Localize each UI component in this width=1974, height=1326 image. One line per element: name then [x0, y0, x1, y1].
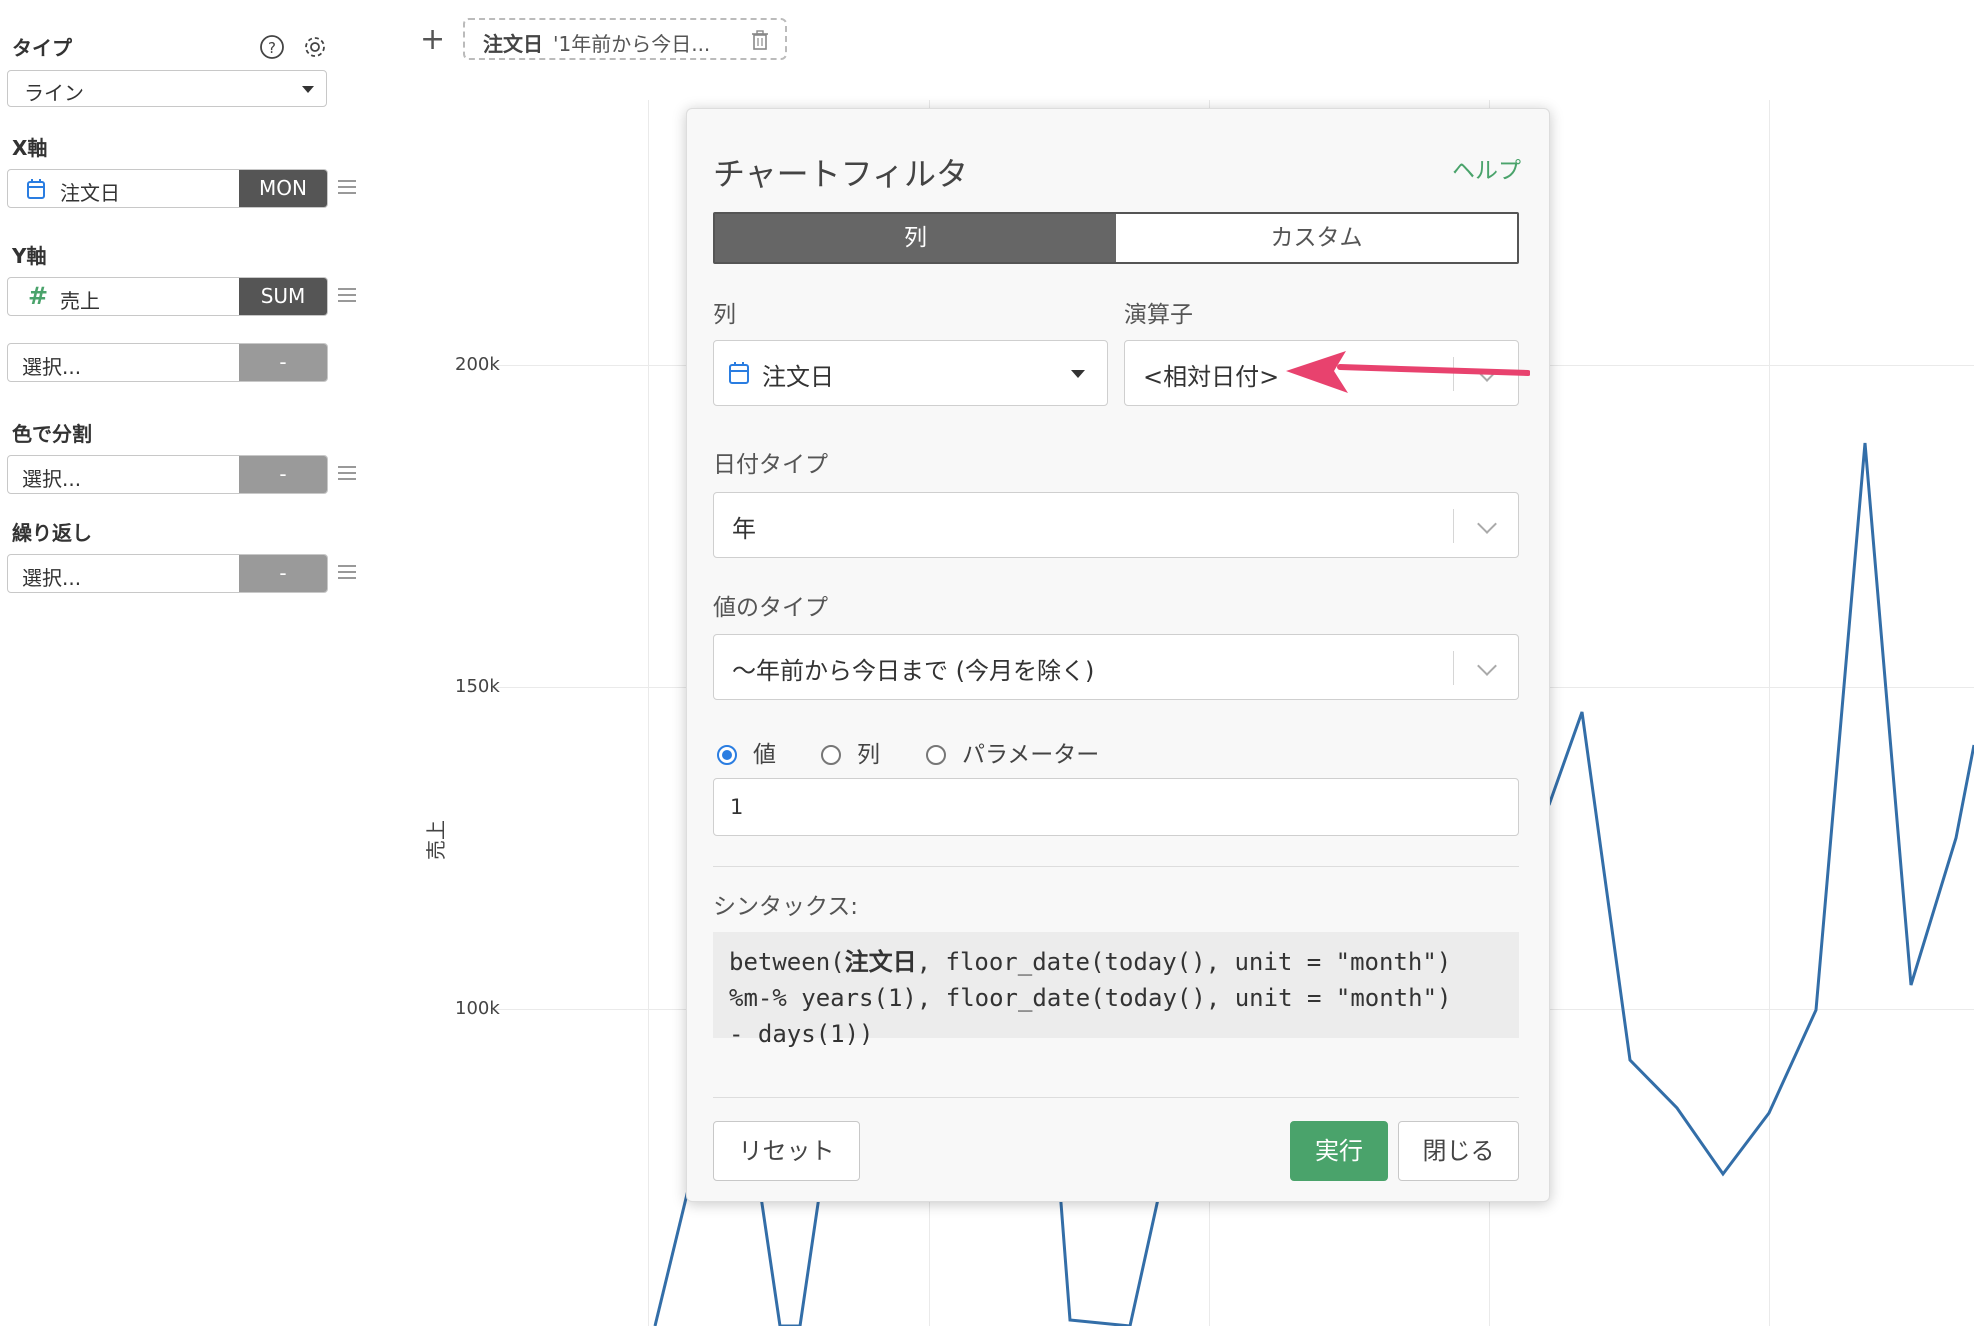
help-link[interactable]: ヘルプ: [1452, 151, 1521, 185]
chevron-down-icon: [1477, 656, 1497, 676]
series-line-segment: [1547, 442, 1974, 1177]
chevron-down-icon: [1477, 514, 1497, 534]
radio-unchecked-icon: [821, 745, 841, 765]
series-line-segment: [758, 1189, 822, 1326]
syntax-label: シンタックス:: [713, 894, 859, 920]
date-type-value: 年: [732, 515, 756, 543]
chart-filter-dialog: チャートフィルタ ヘルプ 列 カスタム 列 演算子 注文日 <相対日付> 日付タ…: [686, 108, 1550, 1202]
operator-value: <相対日付>: [1143, 363, 1280, 391]
close-button[interactable]: 閉じる: [1398, 1121, 1519, 1181]
select-separator: [1453, 651, 1454, 685]
date-type-select[interactable]: 年: [713, 492, 1519, 558]
value-input-text: 1: [730, 795, 744, 819]
radio-parameter-label: パラメーター: [962, 742, 1100, 768]
column-value: 注文日: [762, 363, 834, 391]
value-type-select[interactable]: 〜年前から今日まで (今月を除く): [713, 634, 1519, 700]
reset-button[interactable]: リセット: [713, 1121, 860, 1181]
radio-value[interactable]: 値: [717, 735, 776, 769]
syntax-line2: %m-% years(1), floor_date(today(), unit …: [729, 984, 1452, 1012]
divider: [713, 866, 1519, 867]
syntax-code: between(注文日, floor_date(today(), unit = …: [713, 932, 1519, 1048]
series-line-segment: [653, 1189, 690, 1326]
radio-column[interactable]: 列: [821, 735, 880, 769]
value-type-value: 〜年前から今日まで (今月を除く): [732, 657, 1095, 685]
syntax-line1: , floor_date(today(), unit = "month"): [916, 948, 1452, 976]
radio-column-label: 列: [857, 742, 880, 768]
tab-column[interactable]: 列: [715, 214, 1116, 262]
tab-custom[interactable]: カスタム: [1116, 214, 1517, 262]
series-line-segment: [1058, 1189, 1162, 1326]
divider: [713, 1097, 1519, 1098]
syntax-column: 注文日: [844, 948, 917, 976]
syntax-prefix: between(: [729, 948, 845, 976]
run-button[interactable]: 実行: [1290, 1121, 1388, 1181]
radio-checked-icon: [717, 745, 737, 765]
column-label: 列: [713, 302, 736, 328]
syntax-line3: - days(1)): [729, 1020, 874, 1048]
value-type-label: 値のタイプ: [713, 595, 828, 621]
chevron-down-icon: [1071, 370, 1085, 378]
radio-parameter[interactable]: パラメーター: [926, 735, 1099, 769]
annotation-arrow-icon: [1286, 351, 1530, 393]
dialog-title: チャートフィルタ: [713, 155, 969, 193]
operator-label: 演算子: [1124, 302, 1193, 328]
calendar-icon: [729, 362, 749, 384]
select-separator: [1453, 509, 1454, 543]
filter-mode-tabs: 列 カスタム: [713, 212, 1519, 264]
date-type-label: 日付タイプ: [713, 452, 828, 478]
column-select[interactable]: 注文日: [713, 340, 1108, 406]
value-input[interactable]: 1: [713, 778, 1519, 836]
radio-value-label: 値: [753, 742, 776, 768]
radio-unchecked-icon: [926, 745, 946, 765]
